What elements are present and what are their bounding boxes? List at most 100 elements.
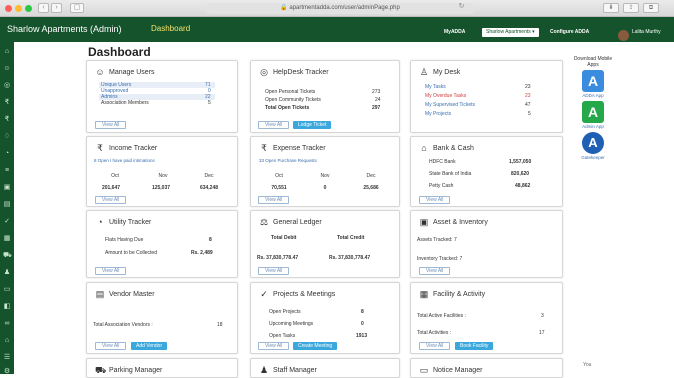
bank-icon[interactable]: ♢ <box>3 133 11 140</box>
vendor-master-card: ▤ Vendor Master Total Association Vendor… <box>86 282 238 354</box>
month-value: 25,686 <box>363 185 379 191</box>
month-label: Dec <box>204 173 214 179</box>
address-bar[interactable]: 🔒 apartmentadda.com/user/adminPage.php <box>206 3 474 14</box>
row-label: Flats Having Due <box>105 237 144 243</box>
community-select[interactable]: Sharlow Apartments ▾ <box>482 28 539 37</box>
view-all-button[interactable]: View All <box>419 342 451 350</box>
row-label: Total Activities : <box>417 330 452 336</box>
adda-app-icon[interactable]: A <box>582 70 604 92</box>
utility-icon[interactable]: ◔ <box>3 150 11 157</box>
adda-app-label[interactable]: ADDA App <box>571 93 615 98</box>
asset-icon[interactable]: ▣ <box>3 184 11 191</box>
configure-adda-link[interactable]: Configure ADDA <box>550 29 589 35</box>
intimations-link[interactable]: 8 Open I have paid intimations <box>94 158 155 163</box>
calendar-icon[interactable]: ▦ <box>3 235 11 242</box>
row-value: Rs. 2,489 <box>191 250 213 256</box>
total-debit-label: Total Debit <box>271 235 297 241</box>
maximize-window-button[interactable] <box>25 5 32 12</box>
lodge-ticket-button[interactable]: Lodge Ticket <box>293 121 332 129</box>
notice-icon[interactable]: ▭ <box>3 286 11 293</box>
helpdesk-icon: ◎ <box>260 67 268 77</box>
expense-icon[interactable]: ₹ <box>3 116 11 123</box>
projects-meetings-card: ✓ Projects & Meetings Open Projects 8 Upc… <box>250 282 400 354</box>
parking-icon[interactable]: ⛟ <box>3 252 12 259</box>
forward-icon[interactable]: › <box>51 3 62 13</box>
view-all-button[interactable]: View All <box>258 196 290 204</box>
notice-manager-card: ▭ Notice Manager <box>410 358 563 378</box>
manage-users-card: ☺ Manage Users Unique Users 71 Unapproved… <box>86 60 238 133</box>
total-credit-value: Rs. 37,830,778.47 <box>329 255 371 261</box>
row-label: Total Association Vendors : <box>93 322 153 328</box>
close-window-button[interactable] <box>5 5 12 12</box>
row-value: 48,862 <box>515 183 531 189</box>
minimize-window-button[interactable] <box>15 5 22 12</box>
book-facility-button[interactable]: Book Facility <box>455 342 494 350</box>
view-all-button[interactable]: View All <box>95 121 127 129</box>
general-ledger-card: ⚖ General Ledger Total Debit Total Credi… <box>250 210 400 278</box>
list-icon[interactable]: ☰ <box>3 354 11 361</box>
card-title: Projects & Meetings <box>273 291 336 298</box>
rupee-icon: ₹ <box>97 143 103 153</box>
view-all-button[interactable]: View All <box>419 196 451 204</box>
tabs-icon[interactable]: ⧉ <box>643 3 659 13</box>
reports-icon[interactable]: ◧ <box>3 303 11 310</box>
total-credit-label: Total Credit <box>337 235 365 241</box>
back-icon[interactable]: ‹ <box>38 3 49 13</box>
row-label: Total Active Facilities : <box>417 313 466 319</box>
share-icon[interactable]: ⇪ <box>623 3 639 13</box>
month-value: 125,037 <box>151 185 171 191</box>
calendar-icon: ▦ <box>419 289 429 299</box>
expense-tracker-card: ₹ Expense Tracker 33 Open Purchase Reque… <box>250 136 400 207</box>
admin-app-label[interactable]: Admin App <box>571 124 615 129</box>
view-all-button[interactable]: View All <box>95 196 127 204</box>
month-label: Oct <box>111 173 119 179</box>
view-all-button[interactable]: View All <box>95 342 127 350</box>
gatekeeper-app-label[interactable]: Gatekeeper <box>571 155 615 160</box>
purchase-requests-link[interactable]: 33 Open Purchase Requests <box>259 158 317 163</box>
row-label: My Tasks <box>425 84 446 90</box>
clock-icon: ◔ <box>97 217 103 227</box>
view-all-button[interactable]: View All <box>258 267 290 275</box>
view-all-button[interactable]: View All <box>258 121 290 129</box>
row-value: 24 <box>375 97 381 103</box>
helpdesk-icon[interactable]: ◎ <box>3 82 11 89</box>
income-icon[interactable]: ₹ <box>3 99 11 106</box>
avatar[interactable] <box>618 30 629 41</box>
card-title: Facility & Activity <box>433 291 486 298</box>
download-icon[interactable]: ⬇ <box>603 3 619 13</box>
row-label: Open Tasks <box>269 333 296 339</box>
vendor-icon: ▤ <box>95 289 105 299</box>
user-name[interactable]: Lalita Murthy <box>632 29 661 35</box>
breadcrumb[interactable]: Dashboard <box>151 24 190 33</box>
projects-icon[interactable]: ✓ <box>3 218 11 225</box>
assets-tracked: Assets Tracked: 7 <box>417 237 457 243</box>
create-meeting-button[interactable]: Create Meeting <box>293 342 338 350</box>
ledger-icon[interactable]: ≡ <box>3 167 11 174</box>
bank-icon: ⌂ <box>421 143 427 153</box>
vendor-icon[interactable]: ▤ <box>3 201 11 208</box>
row-value: 1913 <box>356 333 368 339</box>
month-value: 201,647 <box>101 185 121 191</box>
building-icon[interactable]: ⌂ <box>3 337 11 344</box>
add-vendor-button[interactable]: Add Vendor <box>131 342 168 350</box>
gatekeeper-app-icon[interactable]: A <box>582 132 604 154</box>
view-all-button[interactable]: View All <box>95 267 127 275</box>
total-debit-value: Rs. 37,830,778.47 <box>257 255 299 261</box>
myadda-link[interactable]: MyADDA <box>444 29 465 35</box>
users-icon[interactable]: ☺ <box>3 65 11 72</box>
sidebar: ⌂ ☺ ◎ ₹ ₹ ♢ ◔ ≡ ▣ ▤ ✓ ▦ ⛟ ♟ ▭ ◧ ∞ ⌂ ☰ ⚙ <box>0 42 14 375</box>
view-all-button[interactable]: View All <box>258 342 290 350</box>
check-icon: ✓ <box>260 289 268 299</box>
asset-inventory-card: ▣ Asset & Inventory Assets Tracked: 7 In… <box>410 210 563 278</box>
row-value: 8 <box>361 309 364 315</box>
facility-activity-card: ▦ Facility & Activity Total Active Facil… <box>410 282 563 354</box>
reload-icon[interactable]: ↻ <box>456 3 467 13</box>
url-text: apartmentadda.com/user/adminPage.php <box>289 5 400 11</box>
sidebar-toggle-icon[interactable]: ▢ <box>70 3 84 13</box>
home-icon[interactable]: ⌂ <box>3 48 11 55</box>
admin-app-icon[interactable]: A <box>582 101 604 123</box>
view-all-button[interactable]: View All <box>419 267 451 275</box>
staff-icon[interactable]: ♟ <box>3 269 11 276</box>
row-label: My Overdue Tasks <box>425 93 467 99</box>
link-icon[interactable]: ∞ <box>3 320 11 327</box>
